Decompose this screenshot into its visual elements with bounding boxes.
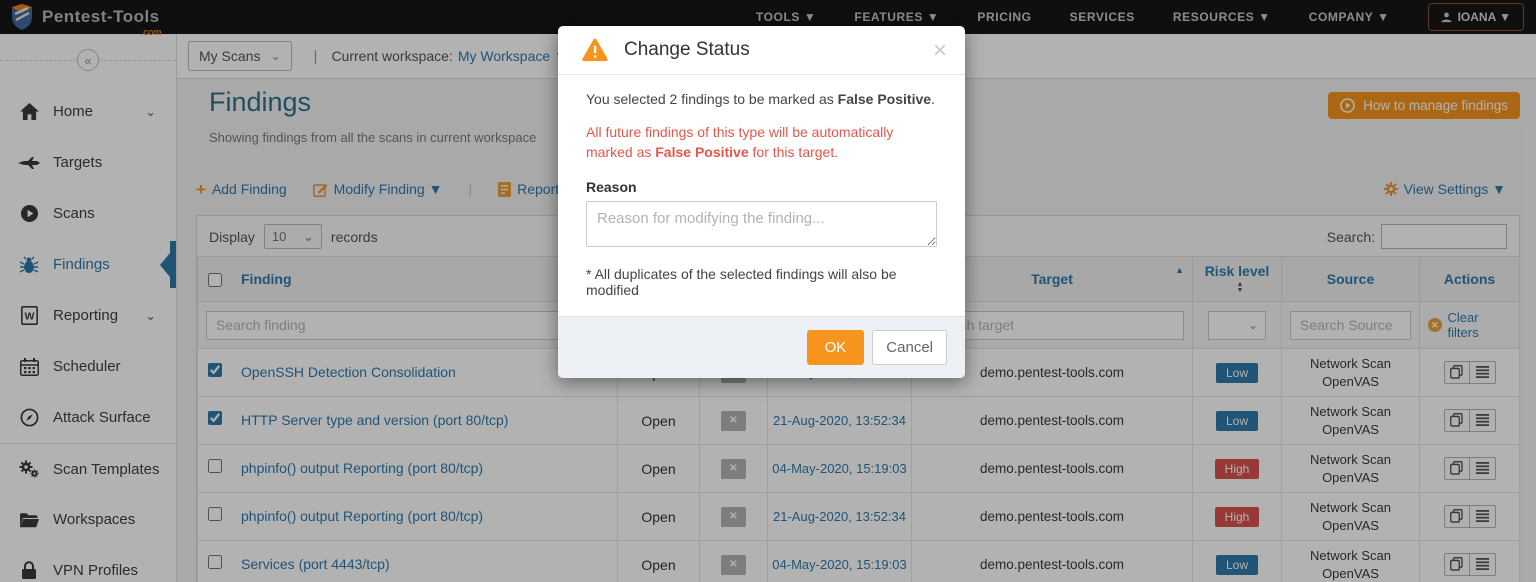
selected-findings-text: You selected 2 findings to be marked as … [586, 89, 937, 110]
cancel-button[interactable]: Cancel [872, 330, 947, 365]
future-findings-warning-text: All future findings of this type will be… [586, 122, 937, 163]
close-icon[interactable]: × [933, 39, 947, 63]
modal-footer: OK Cancel [558, 316, 965, 378]
warning-triangle-icon [582, 38, 608, 62]
reason-label: Reason [586, 179, 937, 195]
reason-textarea[interactable] [586, 201, 937, 247]
change-status-modal: Change Status × You selected 2 findings … [558, 26, 965, 378]
ok-button[interactable]: OK [807, 330, 865, 365]
app: Pentest-Tools .com TOOLS ▼ FEATURES ▼ PR… [0, 0, 1536, 582]
duplicates-note: * All duplicates of the selected finding… [586, 266, 937, 298]
modal-header: Change Status × [558, 26, 965, 75]
modal-title: Change Status [624, 39, 750, 61]
modal-body: You selected 2 findings to be marked as … [558, 75, 965, 316]
